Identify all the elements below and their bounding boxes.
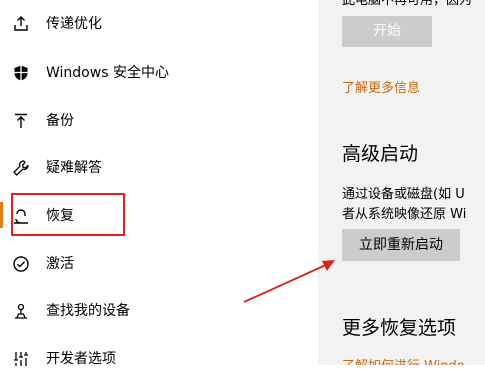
check-circle-icon bbox=[12, 255, 30, 273]
advanced-startup-description-line2: 者从系统映像还原 Wi bbox=[342, 207, 467, 222]
arrow-up-icon bbox=[12, 112, 30, 130]
wrench-icon bbox=[12, 159, 30, 177]
sidebar-item-backup[interactable]: 备份 bbox=[0, 101, 318, 141]
developer-icon bbox=[12, 350, 30, 368]
annotation-highlight-box bbox=[11, 193, 125, 236]
annotation-arrow bbox=[243, 260, 335, 303]
start-button[interactable]: 开始 bbox=[342, 16, 432, 47]
sidebar-item-label: Windows 安全中心 bbox=[46, 65, 169, 81]
sidebar-item-troubleshoot[interactable]: 疑难解答 bbox=[0, 148, 318, 188]
sidebar-item-label: 疑难解答 bbox=[46, 160, 102, 176]
upload-icon bbox=[12, 15, 30, 33]
sidebar-item-delivery-optimization[interactable]: 传递优化 bbox=[0, 4, 318, 44]
sidebar-item-developer-options[interactable]: 开发者选项 bbox=[0, 339, 318, 379]
reset-description-partial: 此电脑不再可用，因为 bbox=[342, 0, 473, 8]
sidebar-item-label: 备份 bbox=[46, 113, 74, 129]
restart-now-button[interactable]: 立即重新启动 bbox=[342, 229, 460, 261]
advanced-startup-description-line1: 通过设备或磁盘(如 U bbox=[342, 187, 465, 202]
shield-icon bbox=[12, 64, 30, 82]
learn-more-link[interactable]: 了解更多信息 bbox=[342, 77, 420, 96]
sidebar-item-label: 激活 bbox=[46, 256, 74, 272]
find-device-icon bbox=[12, 302, 30, 320]
sidebar-item-label: 查找我的设备 bbox=[46, 303, 130, 319]
settings-sidebar: 传递优化 Windows 安全中心 备份 疑难解答 恢复 激活 查找我的设备 开… bbox=[0, 0, 318, 367]
more-options-link[interactable]: 了解如何进行 Windo bbox=[342, 355, 465, 365]
sidebar-item-label: 开发者选项 bbox=[46, 351, 116, 367]
sidebar-item-windows-security[interactable]: Windows 安全中心 bbox=[0, 53, 318, 93]
more-recovery-options-heading: 更多恢复选项 bbox=[342, 317, 457, 339]
sidebar-item-label: 传递优化 bbox=[46, 16, 102, 32]
recovery-content-pane: 此电脑不再可用，因为 开始 了解更多信息 高级启动 通过设备或磁盘(如 U 者从… bbox=[318, 0, 485, 365]
advanced-startup-heading: 高级启动 bbox=[342, 143, 419, 165]
